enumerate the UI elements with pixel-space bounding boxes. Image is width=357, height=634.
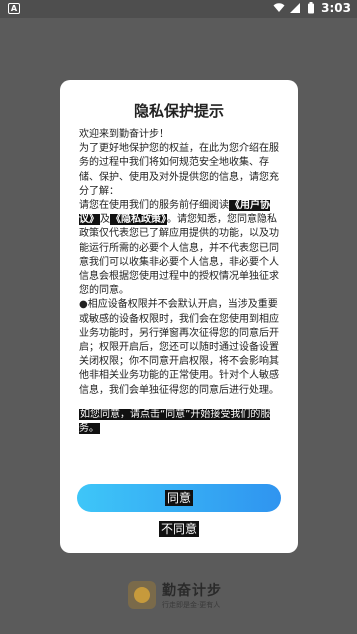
- agree-label: 同意: [164, 490, 193, 506]
- policy-prefix: 请您在使用我们的服务前仔细阅读: [79, 200, 229, 212]
- permission-paragraph: ●相应设备权限并不会默认开启，当涉及重要或敏感的设备权限时，我们会在您使用到相应…: [79, 299, 279, 396]
- privacy-policy-link[interactable]: 《隐私政策》: [110, 214, 167, 226]
- status-icons: 3:03: [273, 1, 351, 15]
- privacy-dialog: 隐私保护提示 欢迎来到勤奋计步！ 为了更好地保护您的权益，在此为您介绍在服务的过…: [60, 80, 298, 553]
- greeting-text: 欢迎来到勤奋计步！: [79, 129, 169, 140]
- dialog-body: 欢迎来到勤奋计步！ 为了更好地保护您的权益，在此为您介绍在服务的过程中我们将如何…: [79, 128, 284, 436]
- brand: 勤奋计步 行走即是金·更有人: [128, 580, 222, 610]
- dialog-title: 隐私保护提示: [133, 102, 224, 120]
- closing-paragraph: 如您同意，请点击“同意”开始接受我们的服务。: [79, 408, 284, 436]
- disagree-button[interactable]: 不同意: [60, 520, 298, 537]
- clock: 3:03: [321, 1, 351, 15]
- battery-icon: [308, 2, 315, 14]
- app-name: 勤奋计步: [162, 583, 222, 599]
- policy-paragraph: 请您在使用我们的服务前仔细阅读《用户协议》及《隐私政策》。请您知悉，您同意隐私政…: [79, 199, 284, 298]
- and-text: 及: [100, 214, 110, 226]
- intro-paragraph: 为了更好地保护您的权益，在此为您介绍在服务的过程中我们将如何规范安全地收集、存储…: [79, 143, 279, 197]
- disagree-label: 不同意: [158, 521, 199, 537]
- signal-icon: [290, 3, 301, 13]
- app-logo-icon: [128, 581, 156, 609]
- closing-text: 如您同意，请点击“同意”开始接受我们的服务。: [79, 408, 271, 435]
- status-bar: A 3:03: [0, 0, 357, 18]
- wifi-icon: [273, 3, 285, 12]
- policy-suffix: 。请您知悉，您同意隐私政策仅代表您已了解应用提供的功能，以及功能运行所需的必要个…: [79, 214, 279, 297]
- agree-button[interactable]: 同意: [77, 484, 281, 512]
- a-icon: A: [8, 3, 20, 14]
- app-slogan: 行走即是金·更有人: [162, 601, 221, 609]
